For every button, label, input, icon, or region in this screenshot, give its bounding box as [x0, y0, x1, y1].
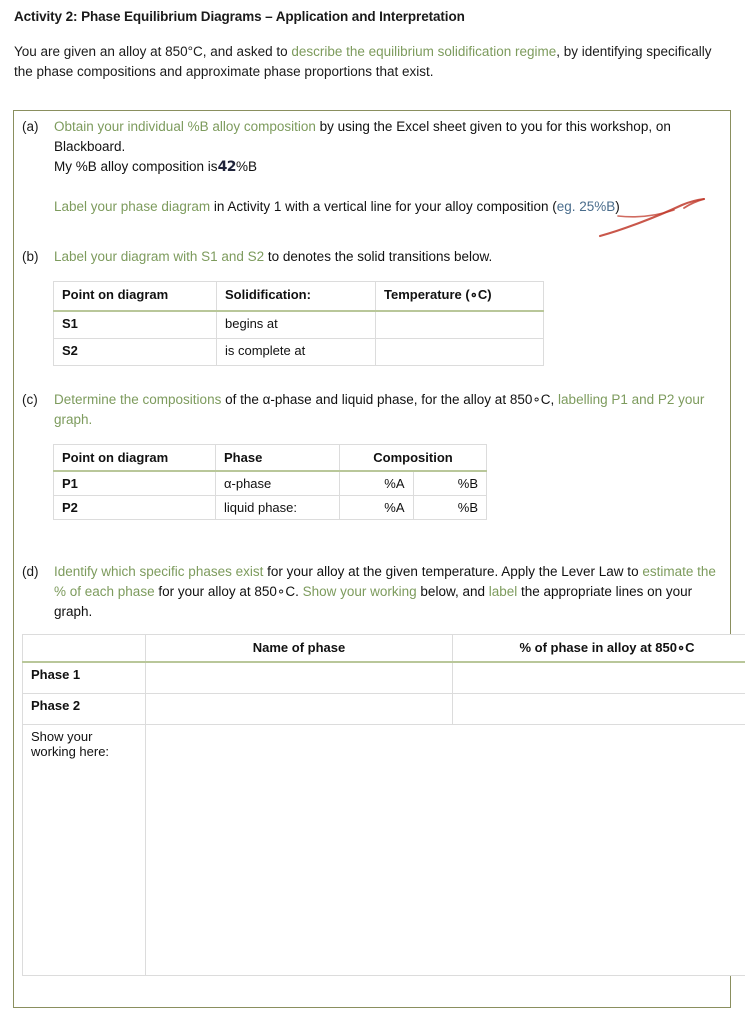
- intro-text-part1: You are given an alloy at 850°C, and ask…: [14, 44, 292, 59]
- cell-composition-b-p1[interactable]: %B: [412, 470, 487, 496]
- cell-name-of-phase-1[interactable]: [145, 661, 453, 694]
- question-d-text: Identify which specific phases exist for…: [54, 562, 722, 622]
- intro-paragraph: You are given an alloy at 850°C, and ask…: [14, 42, 714, 82]
- question-b-text: Label your diagram with S1 and S2 to den…: [54, 247, 692, 267]
- question-d: (d) Identify which specific phases exist…: [22, 562, 722, 622]
- question-b: (b) Label your diagram with S1 and S2 to…: [22, 247, 692, 267]
- question-c-text-black1: of the α-phase and liquid phase, for the…: [221, 392, 555, 407]
- cell-percent-phase-1[interactable]: [452, 661, 745, 694]
- column-header-percent-of-phase: % of phase in alloy at 850∘C: [452, 634, 745, 663]
- cell-solidification-s2: is complete at: [216, 338, 376, 366]
- question-a-line1: Obtain your individual %B alloy composit…: [54, 117, 692, 157]
- table-row: S1 begins at: [53, 310, 544, 339]
- question-c-label: (c): [22, 392, 38, 407]
- question-b-text-black: to denotes the solid transitions below.: [264, 249, 493, 264]
- page-title: Activity 2: Phase Equilibrium Diagrams –…: [14, 9, 465, 24]
- column-header-temperature: Temperature (∘C): [375, 281, 544, 312]
- column-header-solidification: Solidification:: [216, 281, 376, 312]
- column-header-point: Point on diagram: [53, 281, 217, 312]
- question-a-line2-suffix: %B: [236, 159, 258, 174]
- cell-composition-a-p1[interactable]: %A: [339, 470, 414, 496]
- question-a-line1-green: Obtain your individual %B alloy composit…: [54, 119, 316, 134]
- question-c-text: Determine the compositions of the α-phas…: [54, 390, 712, 430]
- column-header-point: Point on diagram: [53, 444, 216, 472]
- document-page: Activity 2: Phase Equilibrium Diagrams –…: [0, 0, 745, 1024]
- cell-temperature-s1[interactable]: [375, 310, 544, 339]
- cell-phase-p2: liquid phase:: [215, 495, 340, 520]
- question-a: (a) Obtain your individual %B alloy comp…: [22, 117, 692, 217]
- table-row-working: Show your working here:: [22, 724, 745, 976]
- question-a-line3-black: in Activity 1 with a vertical line for y…: [210, 199, 557, 214]
- cell-percent-phase-2[interactable]: [452, 693, 745, 725]
- cell-name-of-phase-2[interactable]: [145, 693, 453, 725]
- phase-composition-table: Point on diagram Phase Composition P1 α-…: [53, 444, 487, 520]
- cell-row-label-phase2: Phase 2: [22, 693, 146, 725]
- question-a-line3: Label your phase diagram in Activity 1 w…: [54, 197, 692, 217]
- table-header-row: Name of phase % of phase in alloy at 850…: [22, 634, 745, 663]
- question-d-label: (d): [22, 564, 39, 579]
- cell-row-label-phase1: Phase 1: [22, 661, 146, 694]
- question-d-text-green3: Show your working: [302, 584, 417, 599]
- question-a-line2: My %B alloy composition is42%B: [54, 157, 692, 177]
- question-a-line3-close: ): [615, 199, 620, 214]
- table-row: Phase 1: [22, 661, 745, 694]
- intro-highlight: describe the equilibrium solidification …: [291, 44, 557, 59]
- cell-point-s2: S2: [53, 338, 217, 366]
- cell-point-p2: P2: [53, 495, 216, 520]
- cell-composition-a-p2[interactable]: %A: [339, 495, 414, 520]
- question-d-text-black2: for your alloy at 850∘C.: [154, 584, 303, 599]
- cell-temperature-s2[interactable]: [375, 338, 544, 366]
- column-header-phase: Phase: [215, 444, 340, 472]
- cell-working-label: Show your working here:: [22, 724, 146, 976]
- question-b-text-green: Label your diagram with S1 and S2: [54, 249, 265, 264]
- cell-composition-b-p2[interactable]: %B: [412, 495, 487, 520]
- table-row: Phase 2: [22, 693, 745, 725]
- solid-transitions-table: Point on diagram Solidification: Tempera…: [53, 281, 544, 366]
- question-c: (c) Determine the compositions of the α-…: [22, 390, 712, 430]
- table-row: S2 is complete at: [53, 338, 544, 366]
- question-d-text-green1: Identify which specific phases exist: [54, 564, 264, 579]
- cell-phase-p1: α-phase: [215, 470, 340, 496]
- column-header-composition: Composition: [339, 444, 487, 472]
- question-d-text-black3: below, and: [416, 584, 489, 599]
- question-a-line3-green: Label your phase diagram: [54, 199, 211, 214]
- column-header-name-of-phase: Name of phase: [145, 634, 453, 663]
- question-a-label: (a): [22, 119, 39, 134]
- question-a-spacer: [54, 177, 692, 197]
- cell-solidification-s1: begins at: [216, 310, 376, 339]
- cell-working-area[interactable]: [145, 724, 745, 976]
- table-header-row: Point on diagram Phase Composition: [53, 444, 487, 472]
- question-d-text-black1: for your alloy at the given temperature.…: [263, 564, 643, 579]
- cell-point-s1: S1: [53, 310, 217, 339]
- question-d-text-green4: label: [488, 584, 518, 599]
- question-c-text-green1: Determine the compositions: [54, 392, 222, 407]
- handwritten-alloy-composition: 42: [217, 159, 237, 175]
- question-a-line3-example: eg. 25%B: [556, 199, 616, 214]
- cell-point-p1: P1: [53, 470, 216, 496]
- table-row: P2 liquid phase: %A %B: [53, 495, 487, 520]
- table-header-row: Point on diagram Solidification: Tempera…: [53, 281, 544, 312]
- phase-percentage-table: Name of phase % of phase in alloy at 850…: [22, 634, 745, 976]
- column-header-blank: [22, 634, 146, 663]
- question-a-line2-prefix: My %B alloy composition is: [54, 159, 218, 174]
- question-a-text: Obtain your individual %B alloy composit…: [54, 117, 692, 217]
- question-b-label: (b): [22, 249, 39, 264]
- table-row: P1 α-phase %A %B: [53, 470, 487, 496]
